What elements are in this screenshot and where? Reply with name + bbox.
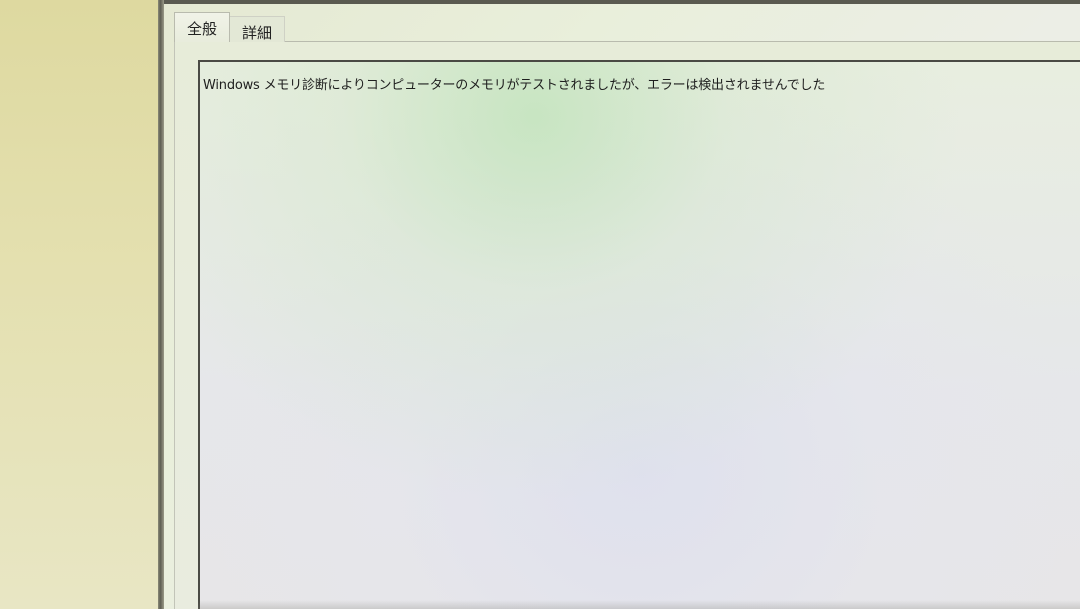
desktop-background xyxy=(0,0,158,609)
tab-strip: 全般 詳細 xyxy=(174,12,286,42)
tab-general[interactable]: 全般 xyxy=(174,12,231,42)
bottom-shade xyxy=(198,600,1080,609)
tab-details[interactable]: 詳細 xyxy=(230,16,286,42)
event-description-box[interactable]: Windows メモリ診断によりコンピューターのメモリがテストされましたが、エラ… xyxy=(198,60,1080,609)
event-description-text: Windows メモリ診断によりコンピューターのメモリがテストされましたが、エラ… xyxy=(203,78,826,93)
